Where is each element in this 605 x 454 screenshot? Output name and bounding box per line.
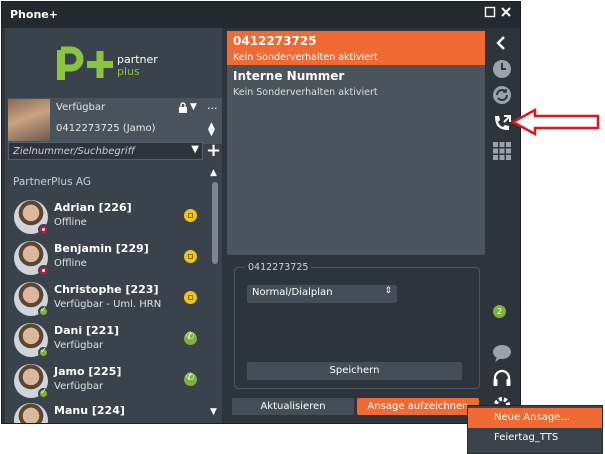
clock-icon[interactable]	[491, 58, 513, 80]
contact-name: Benjamin [229]	[54, 242, 149, 255]
voicemail-icon[interactable]	[184, 291, 197, 304]
routing-content: 0412273725 Kein Sonderverhalten aktivier…	[224, 28, 486, 423]
call-forward-icon[interactable]	[491, 112, 513, 134]
contact-name: Jamo [225]	[54, 365, 122, 378]
detail-group: 0412273725 Normal/Dialplan ⇕ Speichern	[234, 262, 480, 389]
contact-name: Adrian [226]	[54, 201, 132, 214]
available-status-icon	[38, 346, 49, 358]
behavior-select-value: Normal/Dialplan	[252, 287, 333, 298]
contact-item-benjamin[interactable]: Benjamin [229] Offline	[14, 241, 199, 279]
list-item-subtitle: Kein Sonderverhalten aktiviert	[233, 52, 378, 63]
contact-status: Offline	[54, 258, 87, 269]
select-updown-icon: ⇕	[384, 286, 392, 296]
title-bar: Phone+	[2, 2, 520, 28]
available-status-icon	[38, 305, 49, 317]
available-status-icon	[38, 387, 49, 399]
avatar	[8, 99, 50, 141]
call-icon[interactable]	[184, 331, 197, 345]
call-icon[interactable]	[184, 372, 197, 386]
search-input[interactable]	[11, 143, 185, 159]
headset-icon[interactable]	[491, 368, 513, 390]
offline-status-icon	[38, 265, 49, 276]
announcement-menu: Neue Ansage... Feiertag_TTS	[467, 405, 603, 454]
lock-icon[interactable]	[178, 102, 188, 113]
maximize-icon[interactable]	[483, 6, 497, 20]
profile-number[interactable]: 0412273725 (Jamo)	[56, 123, 156, 134]
list-item-title: Interne Nummer	[233, 69, 345, 83]
notification-badge[interactable]: 2	[493, 305, 506, 318]
chat-icon[interactable]	[491, 342, 513, 364]
contact-item-jamo[interactable]: Jamo [225] Verfügbar	[14, 364, 199, 402]
dialpad-icon[interactable]	[491, 140, 513, 162]
logo-text-partner: partner	[117, 53, 158, 66]
contacts-scrollbar[interactable]: ▲ ▼	[210, 168, 220, 417]
list-item[interactable]: Interne Nummer Kein Sonderverhalten akti…	[227, 66, 485, 98]
contact-status: Verfügbar - Uml. HRN	[54, 299, 162, 310]
list-item-selected[interactable]: 0412273725 Kein Sonderverhalten aktivier…	[227, 31, 485, 65]
annotation-arrow-icon	[511, 108, 600, 136]
contact-item-christophe[interactable]: Christophe [223] Verfügbar - Uml. HRN	[14, 282, 199, 320]
more-options-button[interactable]: ...	[207, 99, 218, 112]
contact-item-adrian[interactable]: Adrian [226] Offline	[14, 200, 199, 238]
number-select-updown-icon[interactable]: ▲ ▼	[208, 122, 215, 138]
contact-status: Verfügbar	[54, 340, 104, 351]
add-button[interactable]: +	[206, 142, 221, 160]
behavior-select[interactable]: Normal/Dialplan ⇕	[247, 285, 397, 303]
contact-status: Offline	[54, 217, 87, 228]
status-chevron-down-icon[interactable]: ▼	[190, 102, 197, 112]
profile-status[interactable]: Verfügbar	[56, 102, 105, 113]
contact-name: Dani [221]	[54, 324, 120, 337]
list-item-subtitle: Kein Sonderverhalten aktiviert	[233, 87, 378, 98]
contact-status: Verfügbar	[54, 381, 104, 392]
contact-name: Manu [224]	[54, 404, 125, 417]
avatar	[14, 403, 48, 423]
menu-item-feiertag-tts[interactable]: Feiertag_TTS	[468, 428, 602, 448]
close-icon[interactable]	[499, 6, 513, 20]
scrollbar-thumb[interactable]	[212, 182, 218, 264]
chevron-left-icon[interactable]	[491, 32, 513, 54]
contact-item-dani[interactable]: Dani [221] Verfügbar	[14, 323, 199, 361]
update-button[interactable]: Aktualisieren	[232, 398, 354, 415]
search-field[interactable]: ▼	[8, 142, 203, 160]
search-chevron-down-icon[interactable]: ▼	[191, 144, 199, 155]
contact-item-manu[interactable]: Manu [224]	[14, 403, 199, 423]
scroll-down-icon[interactable]: ▼	[210, 407, 217, 417]
save-button[interactable]: Speichern	[247, 362, 462, 380]
contact-name: Christophe [223]	[54, 283, 159, 296]
menu-item-new-announcement[interactable]: Neue Ansage...	[468, 408, 602, 428]
icon-rail: 2	[488, 28, 520, 423]
group-label: PartnerPlus AG	[13, 176, 92, 188]
phone-plus-window: Phone+ partner plus Verfügbar 0412273725…	[1, 1, 521, 424]
record-announcement-button[interactable]: Ansage aufzeichnen	[357, 398, 479, 415]
logo-text-plus: plus	[117, 65, 140, 78]
detail-legend: 0412273725	[245, 262, 312, 273]
scroll-up-icon[interactable]: ▲	[210, 168, 217, 178]
sync-icon[interactable]	[491, 84, 513, 106]
voicemail-icon[interactable]	[184, 209, 197, 222]
list-item-title: 0412273725	[233, 34, 317, 48]
window-title: Phone+	[10, 8, 58, 21]
offline-status-icon	[38, 224, 49, 235]
voicemail-icon[interactable]	[184, 250, 197, 263]
